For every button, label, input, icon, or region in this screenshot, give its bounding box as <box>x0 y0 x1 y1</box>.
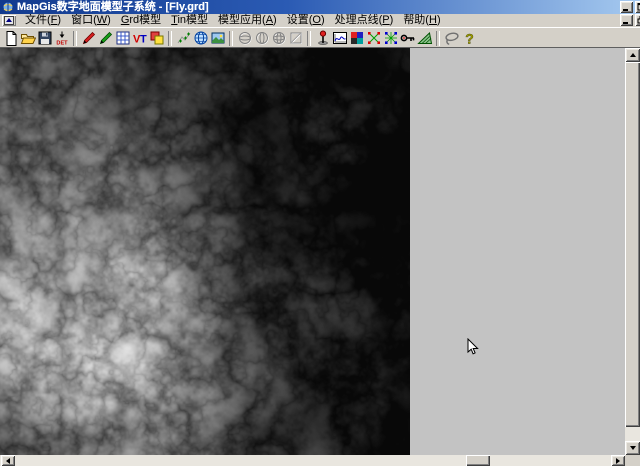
maximize-button[interactable] <box>635 1 640 13</box>
menu-item-settings[interactable]: 设置(O) <box>282 14 330 27</box>
menu-item-help[interactable]: 帮助(H) <box>398 14 445 27</box>
toolbar-button-save-file[interactable] <box>36 30 53 47</box>
toolbar-button-globe-view[interactable] <box>192 30 209 47</box>
pen-red-icon <box>81 30 97 46</box>
scroll-right-button[interactable] <box>611 455 625 466</box>
window-title: MapGis数字地面模型子系统 - [Fly.grd] <box>17 0 209 14</box>
toolbar-button-color-classify[interactable] <box>348 30 365 47</box>
profile-chart-icon <box>332 30 348 46</box>
toolbar-separator <box>73 31 77 46</box>
rotate-3d-x-icon <box>237 30 253 46</box>
color-classify-icon <box>349 30 365 46</box>
toolbar-button-pen-red[interactable] <box>80 30 97 47</box>
svg-text:?: ? <box>465 31 474 47</box>
toolbar-button-grid-points-red[interactable] <box>365 30 382 47</box>
menu-items: 文件(F)窗口(W)Grd模型Tin模型模型应用(A)设置(O)处理点线(P)帮… <box>20 14 446 27</box>
toolbar-button-rotate-3d-y[interactable] <box>253 30 270 47</box>
toolbar-button-open-file[interactable] <box>19 30 36 47</box>
mdi-child-icon[interactable] <box>2 15 16 26</box>
arrow-down-icon <box>630 446 636 453</box>
horizontal-scroll-thumb[interactable] <box>466 455 490 466</box>
toolbar-button-help[interactable]: ? <box>460 30 477 47</box>
vertical-scroll-thumb[interactable] <box>625 62 640 427</box>
globe-view-icon <box>193 30 209 46</box>
grid-points-blue-icon <box>383 30 399 46</box>
client-area <box>0 48 640 466</box>
help-icon: ? <box>461 30 477 46</box>
scroll-left-button[interactable] <box>1 455 15 466</box>
scatter-points-icon <box>176 30 192 46</box>
toolbar-button-profile-chart[interactable] <box>331 30 348 47</box>
child-minimize-icon <box>622 16 631 24</box>
toolbar-button-view-box[interactable] <box>287 30 304 47</box>
key-tool-icon <box>400 30 416 46</box>
toolbar-button-scatter-points[interactable] <box>175 30 192 47</box>
slope-analysis-icon <box>417 30 433 46</box>
mdi-child-controls <box>620 14 640 26</box>
toolbar-separator <box>436 31 440 46</box>
toolbar-button-image-view[interactable] <box>209 30 226 47</box>
svg-text:T: T <box>140 34 147 46</box>
toolbar-button-lasso-view[interactable] <box>443 30 460 47</box>
vt-view-icon: VT <box>132 30 148 46</box>
save-file-icon <box>37 30 53 46</box>
child-window-icon <box>4 16 14 25</box>
new-document-icon <box>3 30 19 46</box>
arrow-up-icon <box>630 50 636 57</box>
child-minimize-button[interactable] <box>620 14 633 26</box>
toolbar-button-pen-green[interactable] <box>97 30 114 47</box>
menu-item-process-point-line[interactable]: 处理点线(P) <box>330 14 399 27</box>
det-export-icon: DET <box>54 30 70 46</box>
toolbar-button-slope-analysis[interactable] <box>416 30 433 47</box>
app-window: MapGis数字地面模型子系统 - [Fly.grd] 文件(F)窗口(W)Gr… <box>0 0 640 466</box>
toolbar-button-key-tool[interactable] <box>399 30 416 47</box>
vertical-scrollbar[interactable] <box>625 48 640 455</box>
image-view-icon <box>210 30 226 46</box>
grid-points-red-icon <box>366 30 382 46</box>
rotate-3d-z-icon <box>271 30 287 46</box>
svg-text:DET: DET <box>56 41 68 47</box>
menu-item-model-apply[interactable]: 模型应用(A) <box>213 14 282 27</box>
overlay-analysis-icon <box>149 30 165 46</box>
toolbar-button-rotate-3d-z[interactable] <box>270 30 287 47</box>
scroll-up-button[interactable] <box>625 48 640 62</box>
toolbar-button-vt-view[interactable]: VT <box>131 30 148 47</box>
toolbar-separator <box>229 31 233 46</box>
toolbar-button-rotate-3d-x[interactable] <box>236 30 253 47</box>
minimize-icon <box>622 3 631 11</box>
open-file-icon <box>20 30 36 46</box>
child-restore-button[interactable] <box>635 14 640 26</box>
mouse-cursor <box>467 338 479 356</box>
app-icon <box>2 1 15 13</box>
horizontal-scrollbar[interactable] <box>0 455 640 466</box>
toolbar-button-new-document[interactable] <box>2 30 19 47</box>
rotate-3d-y-icon <box>254 30 270 46</box>
toolbar-button-grid-edit[interactable] <box>114 30 131 47</box>
toolbar-button-grid-points-blue[interactable] <box>382 30 399 47</box>
arrow-right-icon <box>616 458 623 464</box>
menu-item-tin-model[interactable]: Tin模型 <box>166 14 213 27</box>
lasso-view-icon <box>444 30 460 46</box>
toolbar-button-det-export[interactable]: DET <box>53 30 70 47</box>
toolbar: DET VT? <box>0 27 640 48</box>
scroll-down-button[interactable] <box>625 441 640 455</box>
section-pin-icon <box>315 30 331 46</box>
dem-map-view[interactable] <box>0 48 410 455</box>
view-box-icon <box>288 30 304 46</box>
toolbar-button-overlay-analysis[interactable] <box>148 30 165 47</box>
titlebar: MapGis数字地面模型子系统 - [Fly.grd] <box>0 0 640 14</box>
minimize-button[interactable] <box>620 1 633 13</box>
menu-item-grd-model[interactable]: Grd模型 <box>116 14 166 27</box>
grid-edit-icon <box>115 30 131 46</box>
menubar: 文件(F)窗口(W)Grd模型Tin模型模型应用(A)设置(O)处理点线(P)帮… <box>0 14 640 27</box>
toolbar-button-section-pin[interactable] <box>314 30 331 47</box>
toolbar-separator <box>307 31 311 46</box>
menu-item-window[interactable]: 窗口(W) <box>66 14 116 27</box>
scrollbar-corner <box>625 455 640 466</box>
window-controls <box>620 1 640 13</box>
toolbar-separator <box>168 31 172 46</box>
pen-green-icon <box>98 30 114 46</box>
arrow-left-icon <box>3 458 10 464</box>
menu-item-file[interactable]: 文件(F) <box>20 14 66 27</box>
